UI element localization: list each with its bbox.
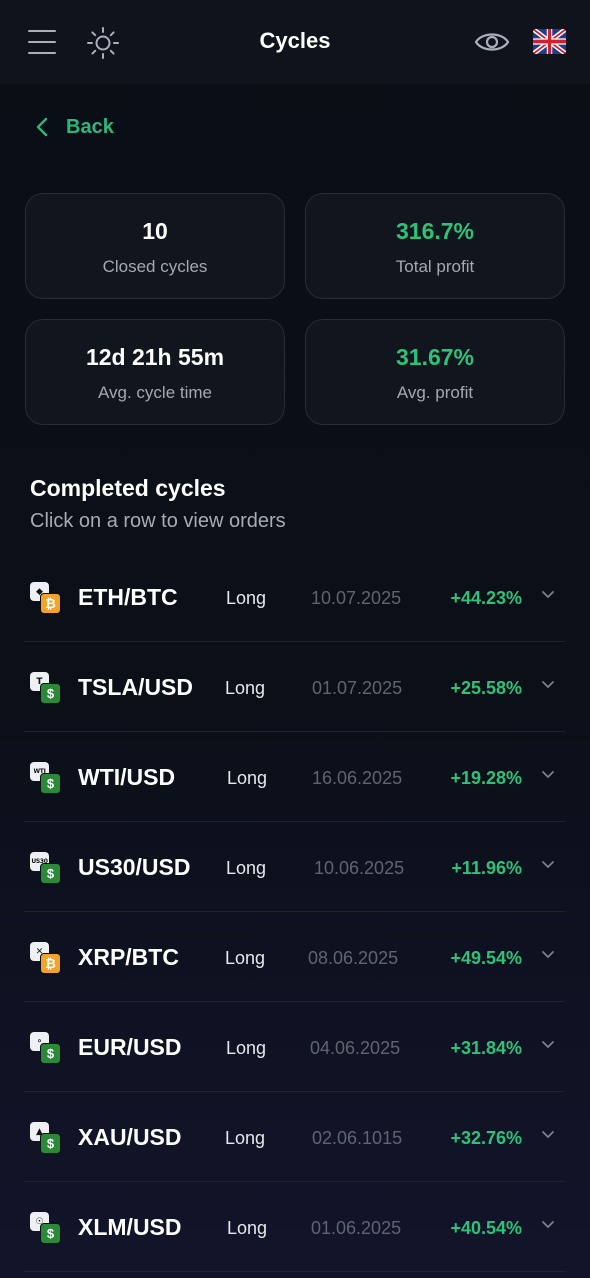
closed-cycles-card: 10 Closed cycles — [25, 193, 285, 299]
uk-flag-icon[interactable] — [533, 29, 566, 54]
avg-profit-label: Avg. profit — [396, 383, 474, 402]
pair-icon: ▲ $ — [30, 1122, 62, 1154]
total-profit-label: Total profit — [395, 257, 475, 276]
completed-cycles-title: Completed cycles — [30, 475, 226, 501]
cycle-date: 10.07.2025 — [311, 588, 402, 608]
usd-icon: $ — [40, 1223, 61, 1244]
pair-icon: US30 $ — [30, 852, 62, 884]
usd-icon: $ — [40, 863, 61, 884]
cycle-profit: +11.96% — [451, 858, 522, 878]
pair-name: ETH/BTC — [78, 584, 178, 610]
cycle-row[interactable]: ✕ ₿ XRP/BTC Long 08.06.2025 +49.54% — [24, 912, 565, 1002]
pair-name: XRP/BTC — [78, 944, 179, 970]
usd-icon: $ — [40, 773, 61, 794]
cycle-profit: +19.28% — [450, 768, 522, 788]
cycle-direction: Long — [225, 948, 266, 968]
cycle-direction: Long — [225, 678, 266, 698]
cycle-direction: Long — [227, 1218, 268, 1238]
pair-icon: ☉ $ — [30, 1212, 62, 1244]
pair-name: XLM/USD — [78, 1214, 182, 1240]
pair-icon: WTI $ — [30, 762, 62, 794]
chevron-down-icon[interactable] — [541, 590, 555, 600]
cycle-row[interactable]: ☉ $ XLM/USD Long 01.06.2025 +40.54% — [24, 1182, 565, 1272]
avg-profit-card: 31.67% Avg. profit — [305, 319, 565, 425]
chevron-down-icon[interactable] — [541, 860, 555, 870]
cycle-profit: +49.54% — [450, 948, 522, 968]
cycle-date: 01.07.2025 — [312, 678, 403, 698]
pair-name: XAU/USD — [78, 1124, 182, 1150]
chevron-down-icon[interactable] — [541, 1220, 555, 1230]
cycle-date: 01.06.2025 — [311, 1218, 402, 1238]
cycle-date: 08.06.2025 — [308, 948, 399, 968]
pair-icon: T $ — [30, 672, 62, 704]
cycle-direction: Long — [226, 858, 267, 878]
usd-icon: $ — [40, 1043, 61, 1064]
pair-icon: ◆ ₿ — [30, 582, 62, 614]
eye-icon[interactable] — [474, 28, 510, 56]
closed-cycles-value: 10 — [142, 218, 168, 244]
cycle-date: 16.06.2025 — [312, 768, 403, 788]
cycles-list: ◆ ₿ ETH/BTC Long 10.07.2025 +44.23% T $ … — [24, 552, 565, 1272]
avg-cycle-time-card: 12d 21h 55m Avg. cycle time — [25, 319, 285, 425]
cycle-row[interactable]: T $ TSLA/USD Long 01.07.2025 +25.58% — [24, 642, 565, 732]
pair-name: WTI/USD — [78, 764, 176, 790]
usd-icon: $ — [40, 1133, 61, 1154]
cycle-direction: Long — [227, 768, 268, 788]
cycle-row[interactable]: US30 $ US30/USD Long 10.06.2025 +11.96% — [24, 822, 565, 912]
cycle-direction: Long — [226, 588, 267, 608]
back-label: Back — [66, 115, 114, 138]
cycle-row[interactable]: ▲ $ XAU/USD Long 02.06.1015 +32.76% — [24, 1092, 565, 1182]
pair-icon: ✕ ₿ — [30, 942, 62, 974]
pair-name: EUR/USD — [78, 1034, 182, 1060]
cycle-profit: +40.54% — [450, 1218, 522, 1238]
cycle-profit: +31.84% — [450, 1038, 522, 1058]
chevron-down-icon[interactable] — [541, 770, 555, 780]
cycle-row[interactable]: ◆ ₿ ETH/BTC Long 10.07.2025 +44.23% — [24, 552, 565, 642]
chevron-down-icon[interactable] — [541, 680, 555, 690]
cycle-date: 04.06.2025 — [310, 1038, 401, 1058]
chevron-left-icon — [36, 117, 48, 137]
avg-profit-value: 31.67% — [395, 344, 474, 370]
btc-icon: ₿ — [40, 953, 61, 974]
pair-name: US30/USD — [78, 854, 191, 880]
cycle-direction: Long — [225, 1128, 266, 1148]
pair-name: TSLA/USD — [78, 674, 193, 700]
btc-icon: ₿ — [40, 593, 61, 614]
usd-icon: $ — [40, 683, 61, 704]
cycle-profit: +25.58% — [450, 678, 522, 698]
avg-cycle-time-label: Avg. cycle time — [97, 383, 212, 402]
pair-icon: ⚬ $ — [30, 1032, 62, 1064]
back-link[interactable]: Back — [34, 112, 114, 142]
completed-cycles-subtitle: Click on a row to view orders — [30, 510, 286, 532]
top-bar: Cycles — [0, 0, 590, 84]
cycle-profit: +32.76% — [450, 1128, 522, 1148]
cycle-direction: Long — [226, 1038, 267, 1058]
cycle-date: 10.06.2025 — [314, 858, 405, 878]
avg-cycle-time-value: 12d 21h 55m — [85, 344, 225, 370]
cycle-row[interactable]: ⚬ $ EUR/USD Long 04.06.2025 +31.84% — [24, 1002, 565, 1092]
closed-cycles-label: Closed cycles — [102, 257, 208, 276]
cycle-profit: +44.23% — [450, 588, 522, 608]
total-profit-card: 316.7% Total profit — [305, 193, 565, 299]
cycle-row[interactable]: WTI $ WTI/USD Long 16.06.2025 +19.28% — [24, 732, 565, 822]
total-profit-value: 316.7% — [395, 218, 474, 244]
chevron-down-icon[interactable] — [541, 1130, 555, 1140]
cycle-date: 02.06.1015 — [312, 1128, 403, 1148]
chevron-down-icon[interactable] — [541, 950, 555, 960]
chevron-down-icon[interactable] — [541, 1040, 555, 1050]
